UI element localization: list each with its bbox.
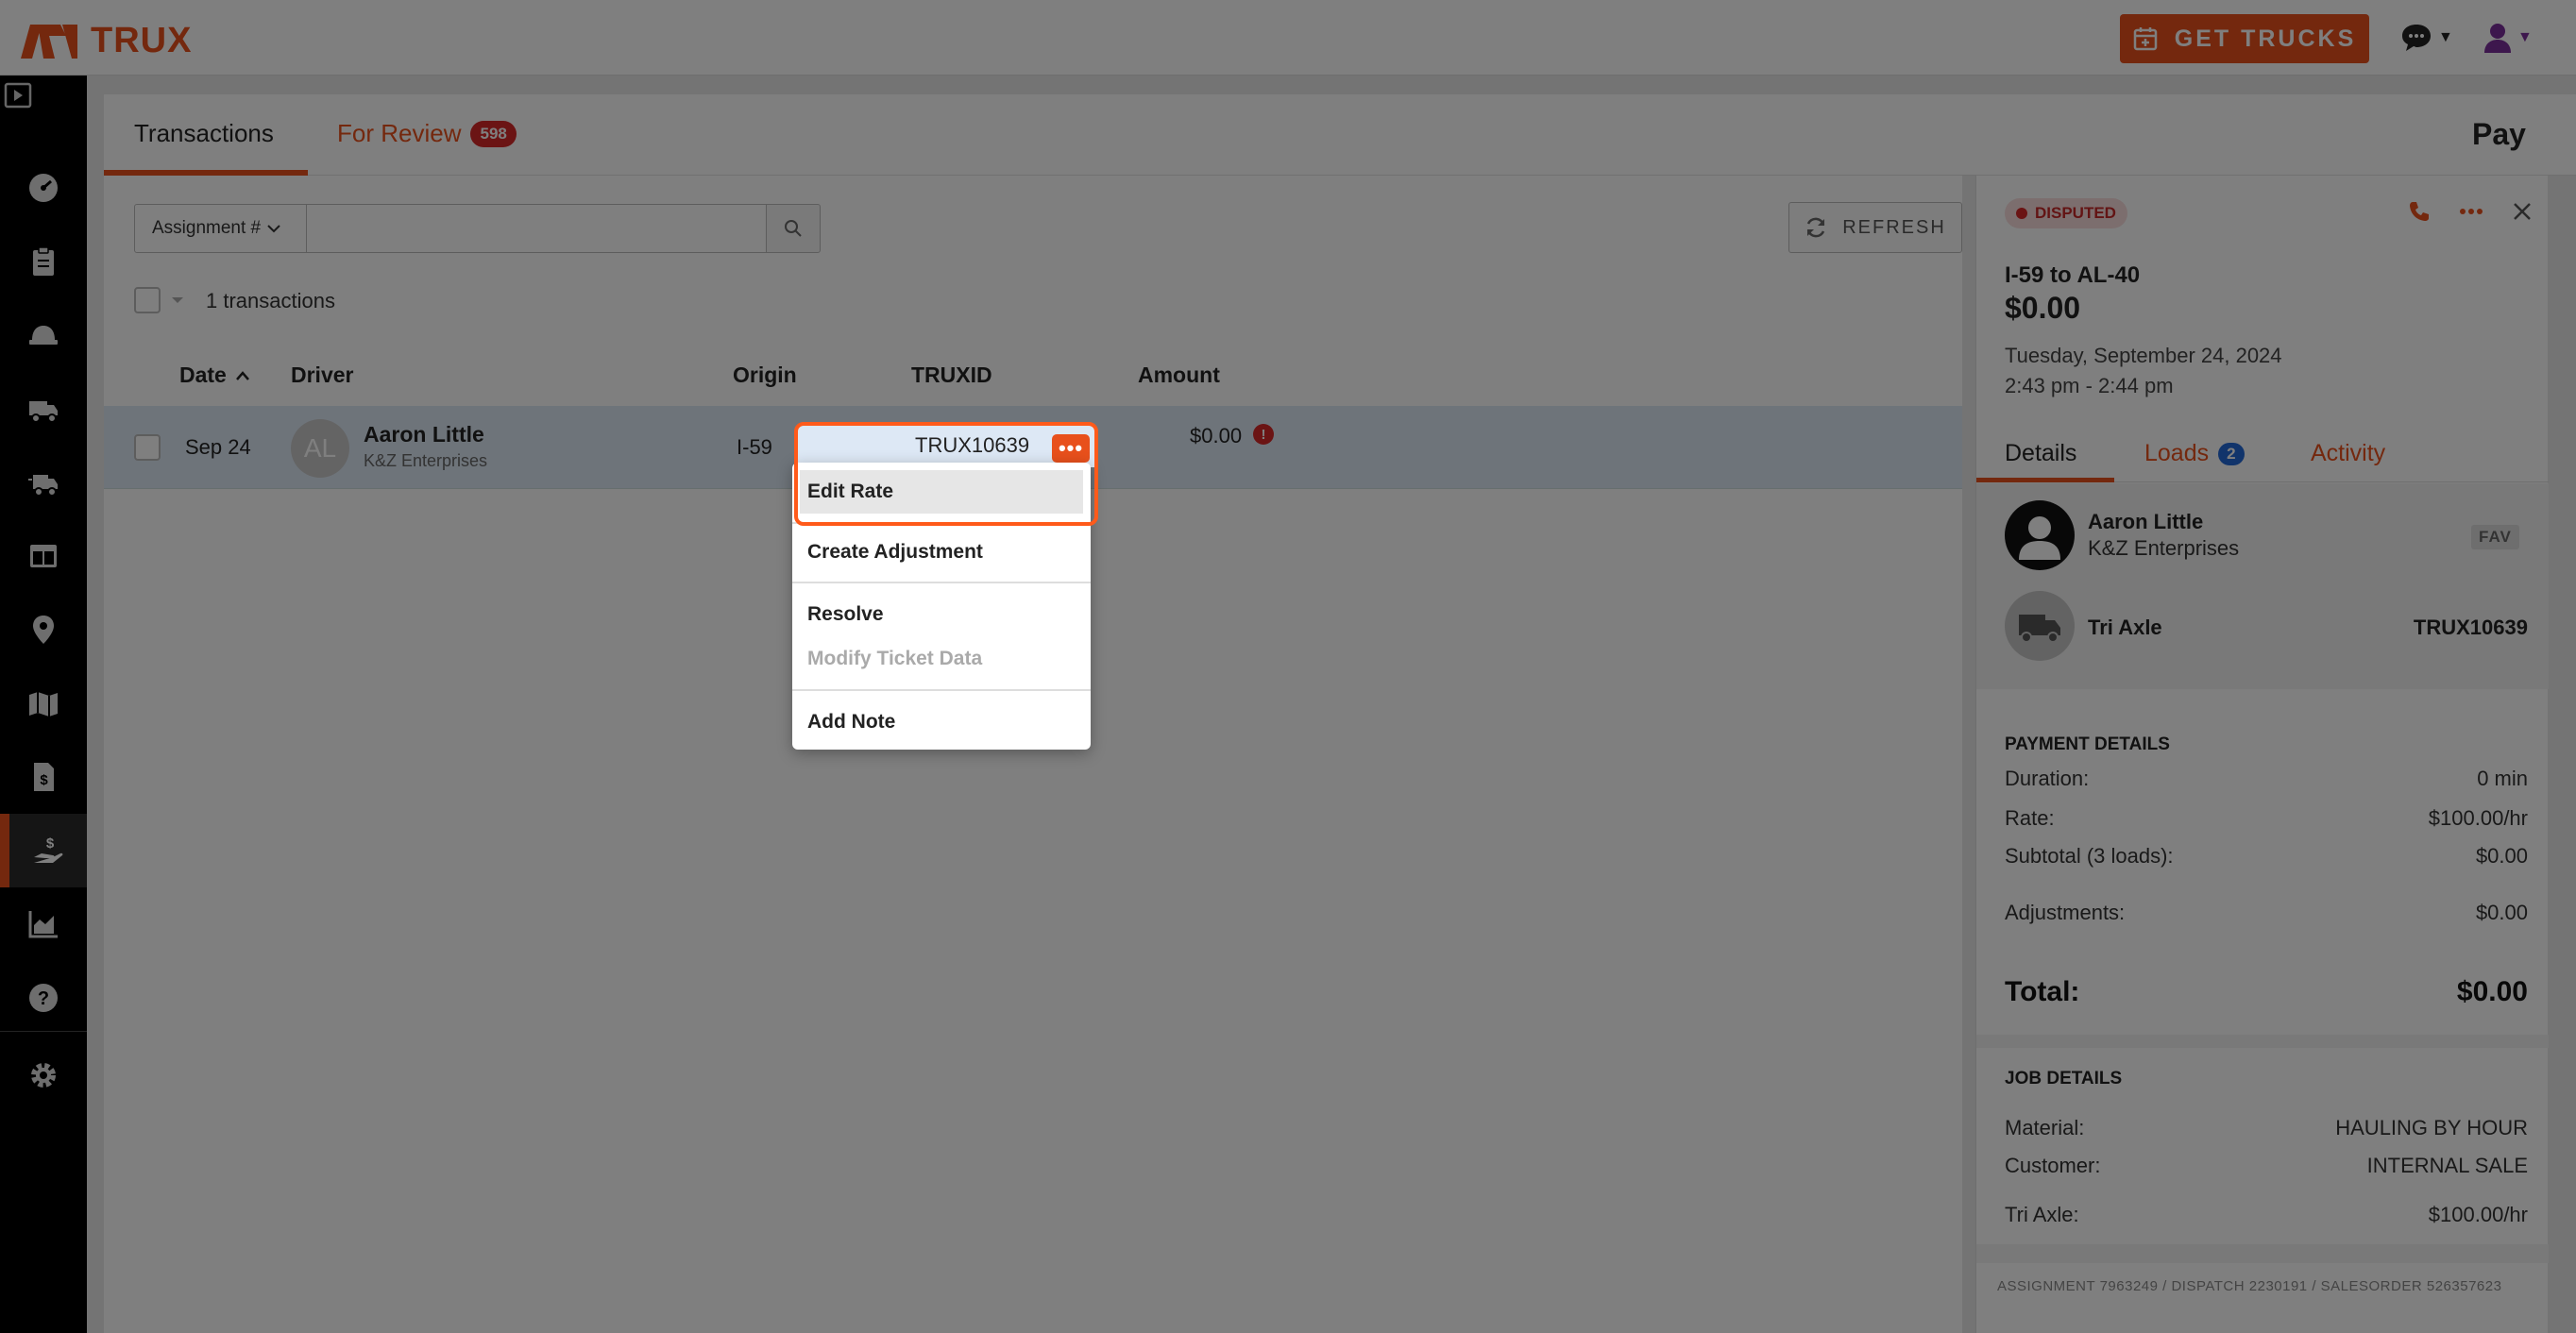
- menu-item-add-note[interactable]: Add Note: [792, 700, 1091, 744]
- menu-item-create-adjustment[interactable]: Create Adjustment: [792, 531, 1091, 574]
- modal-overlay[interactable]: [0, 0, 2576, 1333]
- menu-divider: [792, 689, 1091, 691]
- focus-highlight: [794, 422, 1098, 526]
- menu-item-modify-ticket-data: Modify Ticket Data: [807, 648, 983, 669]
- menu-item-resolve[interactable]: Resolve: [792, 593, 1091, 636]
- menu-divider: [792, 582, 1091, 583]
